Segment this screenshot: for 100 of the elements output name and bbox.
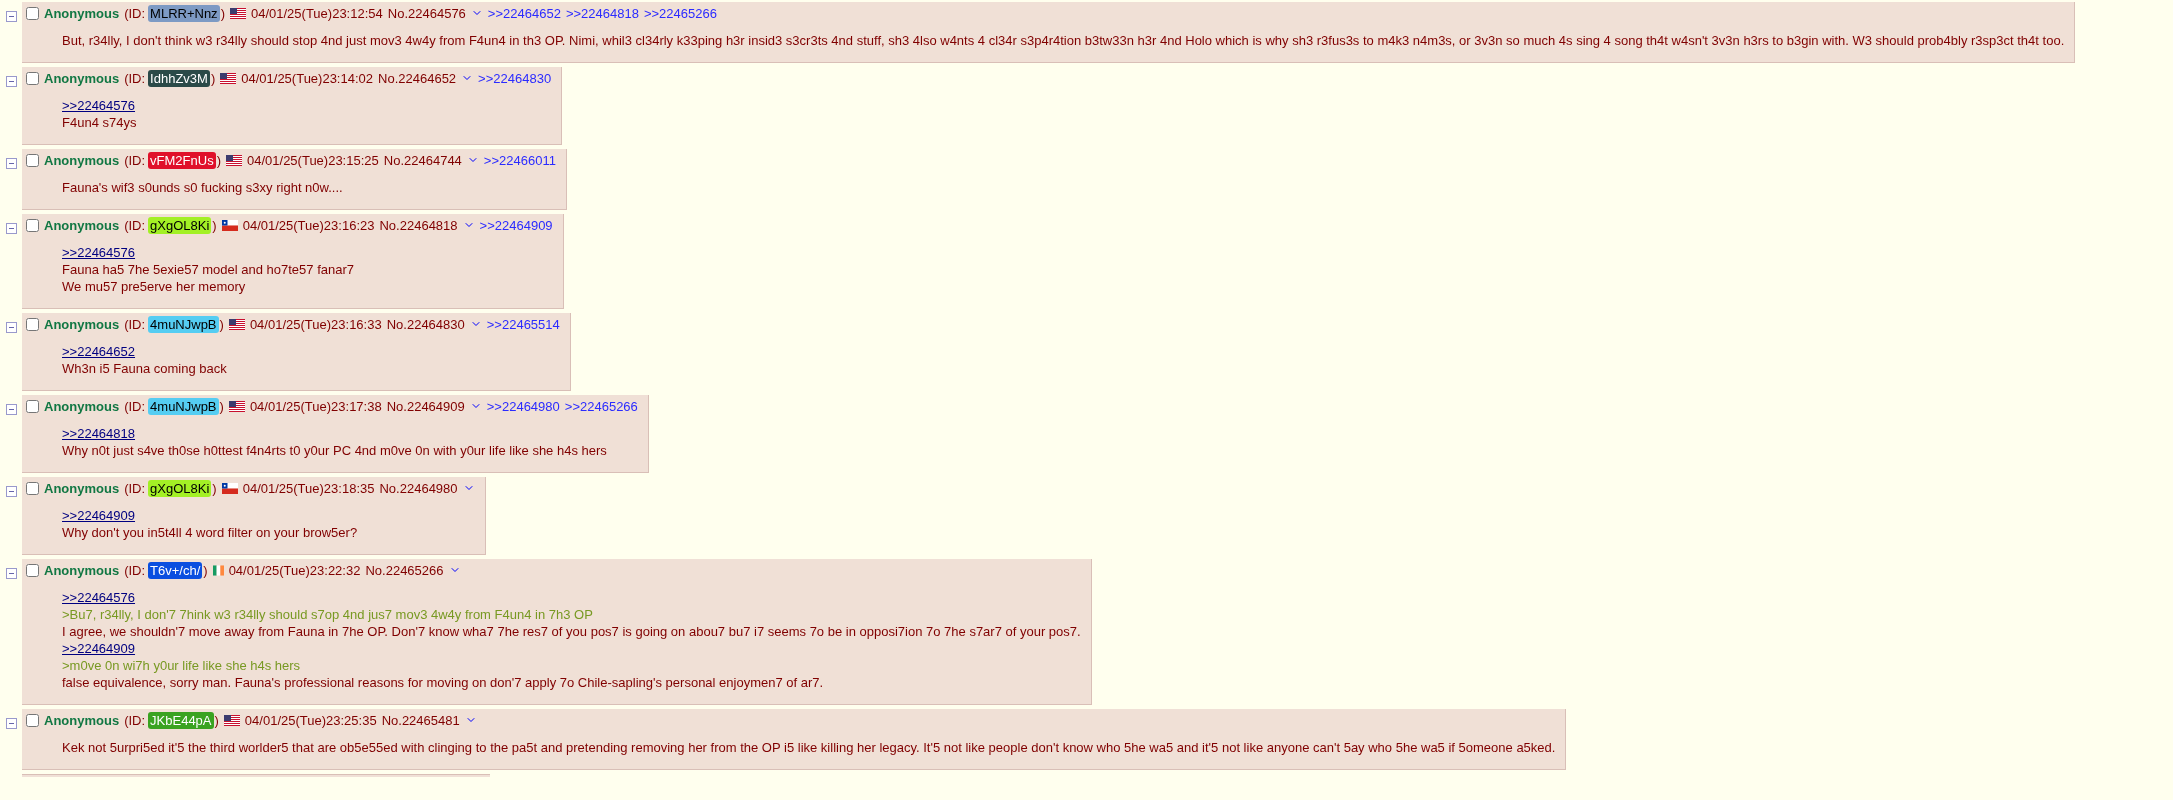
hide-post-button[interactable] [6, 76, 17, 87]
hide-post-button[interactable] [6, 568, 17, 579]
id-label: (ID: [124, 561, 146, 579]
post-text: Fauna ha5 7he 5exie57 model and ho7te57 fanar7 [62, 261, 354, 278]
backlink[interactable]: >>22465266 [643, 4, 717, 22]
poster-name: Anonymous [44, 4, 120, 22]
poster-id-tag: MLRR+Nnz [148, 4, 220, 22]
poster-id-tag: gXgOL8Ki [148, 479, 212, 497]
quote-link[interactable]: >>22464909 [62, 508, 136, 523]
hide-post-button[interactable] [6, 486, 17, 497]
post-text: But, r34lly, I don't think w3 r34lly should stop 4nd just mov3 4w4y from F4un4 in th3 OP. Nimi, whil3 cl34rly k33ping h3r insid3 s3cr3ts 4nd stuff, sh3 4lso w4nts 4 cl34r s3p4r4tion b3tw33n h3r 4nd Holo which is why sh3 r3fus3s to m4k3 n4m3s, or 3v3n so much 4s sing 4 song th4t w4sn't 3v3n h3rs to b3gin with. W3 should prob4bly r3sp3ct th4t too. [62, 32, 2065, 49]
id-label-end: ) [220, 4, 225, 22]
post-checkbox[interactable] [26, 6, 39, 20]
id-label: (ID: [124, 216, 146, 234]
backlink[interactable]: >>22466011 [483, 151, 556, 169]
post-number[interactable]: No.22464652 [378, 69, 457, 87]
poster-name: Anonymous [44, 711, 120, 729]
post-datetime: 04/01/25(Tue)23:12:54 [250, 4, 383, 22]
poster-id-tag: JKbE44pA [148, 711, 214, 729]
post-text: Why n0t just s4ve th0se h0ttest f4n4rts t0 y0ur PC 4nd m0ve 0n with y0ur life like she h4s hers [62, 442, 607, 459]
post-datetime: 04/01/25(Tue)23:16:33 [249, 315, 382, 333]
id-label: (ID: [124, 4, 146, 22]
post-number[interactable]: No.22464830 [386, 315, 465, 333]
quote-link[interactable]: >>22464576 [62, 98, 136, 113]
id-label-end: ) [212, 216, 217, 234]
poster-name: Anonymous [44, 69, 120, 87]
hide-post-button[interactable] [6, 322, 17, 333]
quote-link[interactable]: >>22464576 [62, 590, 136, 605]
post-datetime: 04/01/25(Tue)23:15:25 [247, 151, 379, 169]
post-number[interactable]: No.22464818 [379, 216, 458, 234]
post-text: We mu57 pre5erve her memory [62, 278, 246, 295]
hide-post-button[interactable] [6, 11, 17, 22]
post-text: Wh3n i5 Fauna coming back [62, 360, 227, 377]
post-checkbox[interactable] [26, 399, 39, 413]
flag-icon [221, 219, 238, 231]
flag-icon [226, 154, 242, 166]
post-text: F4un4 s74ys [62, 114, 137, 131]
backlink[interactable]: >>22464818 [565, 4, 639, 22]
post-datetime: 04/01/25(Tue)23:18:35 [242, 479, 375, 497]
id-label: (ID: [124, 397, 146, 415]
id-label: (ID: [124, 315, 146, 333]
flag-icon [228, 318, 245, 330]
post-number[interactable]: No.22464909 [386, 397, 465, 415]
post-checkbox[interactable] [26, 153, 39, 167]
post-number[interactable]: No.22464980 [379, 479, 458, 497]
flag-icon [221, 482, 238, 494]
flag-icon [228, 400, 245, 412]
post-number[interactable]: No.22464744 [383, 151, 462, 169]
poster-id-tag: gXgOL8Ki [148, 216, 212, 234]
post-text: Why don't you in5t4ll 4 word filter on your brow5er? [62, 524, 358, 541]
post-text: Fauna's wif3 s0unds s0 fucking s3xy right n0w.... [62, 179, 343, 196]
post-checkbox[interactable] [26, 481, 39, 495]
post-checkbox[interactable] [26, 317, 39, 331]
poster-name: Anonymous [44, 315, 120, 333]
quote-link[interactable]: >>22464818 [62, 426, 136, 441]
hide-post-button[interactable] [6, 158, 17, 169]
poster-name: Anonymous [44, 479, 120, 497]
backlink[interactable]: >>22464980 [486, 397, 560, 415]
id-label: (ID: [124, 711, 146, 729]
backlink[interactable]: >>22464830 [478, 69, 552, 87]
post-number[interactable]: No.22464576 [387, 4, 466, 22]
backlink[interactable]: >>22464909 [479, 216, 553, 234]
hide-post-button[interactable] [6, 718, 17, 729]
id-label-end: ) [216, 151, 221, 169]
post-datetime: 04/01/25(Tue)23:16:23 [242, 216, 375, 234]
id-label: (ID: [124, 479, 146, 497]
post-checkbox[interactable] [26, 713, 39, 727]
post-number[interactable]: No.22465266 [365, 561, 444, 579]
id-label-end: ) [203, 561, 208, 579]
backlink[interactable]: >>22465514 [486, 315, 560, 333]
post-checkbox[interactable] [26, 71, 39, 85]
backlink[interactable]: >>22465266 [564, 397, 638, 415]
id-label: (ID: [124, 151, 146, 169]
greentext-line: >m0ve 0n wi7h y0ur life like she h4s hers [62, 657, 301, 674]
flag-icon [212, 564, 224, 576]
greentext-line: >Bu7, r34lly, I don'7 7hink w3 r34lly should s7op 4nd jus7 mov3 4w4y from F4un4 in 7h3 OP [62, 606, 593, 623]
poster-id-tag: IdhhZv3M [148, 69, 210, 87]
poster-name: Anonymous [44, 397, 120, 415]
id-label-end: ) [210, 69, 216, 87]
poster-name: Anonymous [44, 151, 120, 169]
quote-link[interactable]: >>22464909 [62, 641, 136, 656]
post-number[interactable]: No.22465481 [381, 711, 460, 729]
id-label-end: ) [212, 479, 217, 497]
hide-post-button[interactable] [6, 404, 17, 415]
poster-name: Anonymous [44, 561, 120, 579]
id-label-end: ) [219, 315, 224, 333]
flag-icon [223, 714, 240, 726]
post-datetime: 04/01/25(Tue)23:14:02 [241, 69, 374, 87]
quote-link[interactable]: >>22464652 [62, 344, 136, 359]
post-datetime: 04/01/25(Tue)23:17:38 [249, 397, 382, 415]
quote-link[interactable]: >>22464576 [62, 245, 136, 260]
post-text: false equivalence, sorry man. Fauna's professional reasons for moving on don'7 apply 7o Chile-sapling's personal enjoymen7 of ar7. [62, 674, 824, 691]
post-datetime: 04/01/25(Tue)23:22:32 [228, 561, 361, 579]
hide-post-button[interactable] [6, 223, 17, 234]
post-checkbox[interactable] [26, 218, 39, 232]
poster-id-tag: vFM2FnUs [148, 151, 216, 169]
post-checkbox[interactable] [26, 563, 39, 577]
flag-icon [229, 7, 246, 19]
post-text: Kek not 5urpri5ed it'5 the third worlder5 that are ob5e55ed with clinging to the pa5t and pretending removing her from the OP i5 like killing her legacy. It'5 not like people don't know who 5he wa5 and it'5 not like anyone can't 5ay who 5he wa5 if 5omeone a5ked. [62, 739, 1556, 756]
backlink[interactable]: >>22464652 [487, 4, 561, 22]
